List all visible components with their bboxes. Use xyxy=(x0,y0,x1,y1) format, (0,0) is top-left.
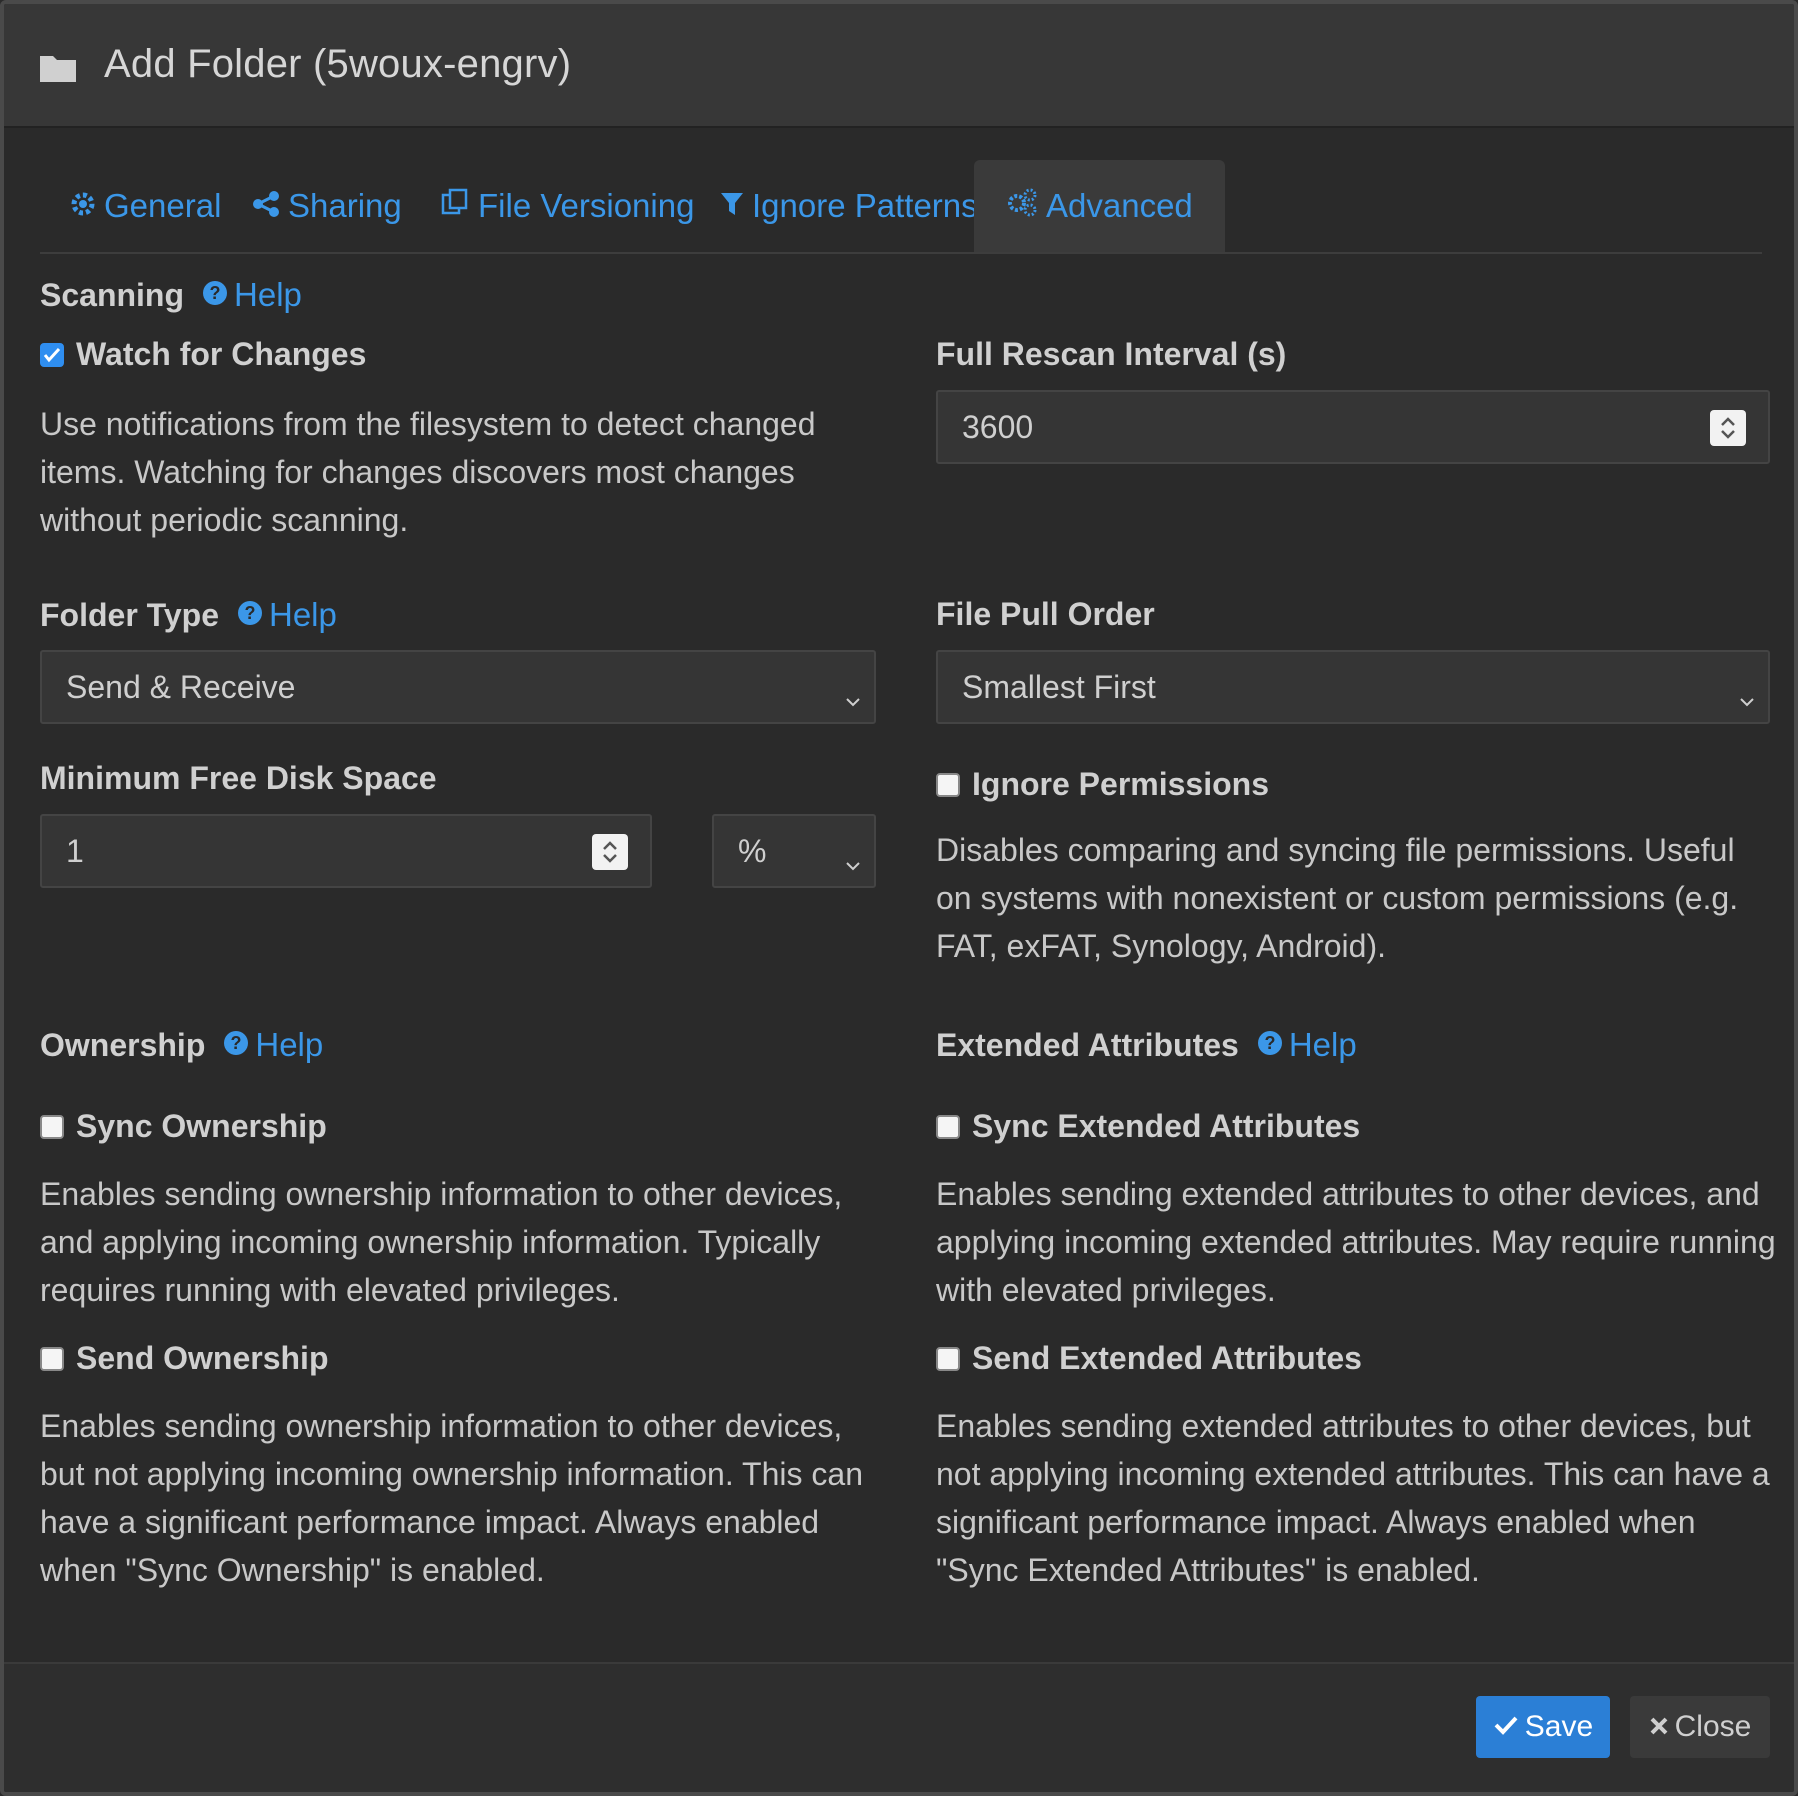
pull-order-value: Smallest First xyxy=(962,668,1156,705)
scanning-help-label: Help xyxy=(234,276,302,313)
send-ownership-row: Send Ownership xyxy=(40,1340,328,1377)
tab-bar: General Sharing File Versioning Ignore P… xyxy=(40,160,1762,254)
min-disk-space-label: Minimum Free Disk Space xyxy=(40,760,437,796)
watch-changes-row: Watch for Changes xyxy=(40,336,366,373)
send-ownership-checkbox[interactable] xyxy=(40,1346,64,1371)
folder-type-heading-row: Folder Type ? Help xyxy=(40,596,337,634)
xattrs-help-link[interactable]: ? Help xyxy=(1257,1026,1357,1064)
tab-sharing-label: Sharing xyxy=(288,187,402,224)
sync-xattrs-description: Enables sending extended attributes to o… xyxy=(936,1176,1776,1308)
ownership-heading-row: Ownership ? Help xyxy=(40,1026,323,1064)
disk-unit-value: % xyxy=(738,832,767,869)
watch-changes-label: Watch for Changes xyxy=(76,336,367,372)
folder-type-select[interactable]: Send & Receive xyxy=(40,650,876,724)
scanning-heading: Scanning xyxy=(40,276,185,313)
close-button-label: Close xyxy=(1674,1710,1752,1743)
close-button[interactable]: Close xyxy=(1630,1696,1770,1758)
ownership-help-label: Help xyxy=(255,1026,324,1063)
folder-type-help-link[interactable]: ? Help xyxy=(237,596,337,634)
svg-text:?: ? xyxy=(1264,1033,1275,1053)
save-button-label: Save xyxy=(1524,1710,1594,1743)
number-stepper[interactable] xyxy=(592,834,628,870)
chevron-down-icon xyxy=(1738,680,1756,717)
send-ownership-label: Send Ownership xyxy=(76,1340,329,1376)
question-circle-icon: ? xyxy=(202,276,234,314)
question-circle-icon: ? xyxy=(1257,1026,1289,1064)
min-disk-space-value: 1 xyxy=(66,832,84,869)
tab-general[interactable]: General xyxy=(70,160,221,252)
ignore-permissions-row: Ignore Permissions xyxy=(936,766,1269,803)
chevron-down-icon xyxy=(844,844,862,881)
tab-file-versioning[interactable]: File Versioning xyxy=(440,160,694,252)
sync-xattrs-checkbox[interactable] xyxy=(936,1114,960,1139)
save-button[interactable]: Save xyxy=(1476,1696,1610,1758)
xattrs-heading: Extended Attributes xyxy=(936,1026,1239,1063)
watch-changes-description: Use notifications from the filesystem to… xyxy=(40,406,816,538)
filter-icon xyxy=(720,187,752,225)
rescan-interval-value: 3600 xyxy=(962,408,1034,445)
ignore-permissions-checkbox[interactable] xyxy=(936,772,960,797)
sync-ownership-label: Sync Ownership xyxy=(76,1108,327,1144)
sync-xattrs-label: Sync Extended Attributes xyxy=(972,1108,1361,1144)
tab-ignore-patterns-label: Ignore Patterns xyxy=(752,187,978,224)
send-xattrs-description: Enables sending extended attributes to o… xyxy=(936,1408,1770,1588)
add-folder-dialog: Add Folder (5woux-engrv) General Sharing… xyxy=(0,0,1798,1796)
svg-text:?: ? xyxy=(244,603,255,623)
dialog-header: Add Folder (5woux-engrv) xyxy=(4,4,1794,128)
svg-text:?: ? xyxy=(231,1033,242,1053)
gears-icon xyxy=(1006,187,1046,225)
folder-icon xyxy=(38,52,78,89)
tab-general-label: General xyxy=(104,187,222,224)
ownership-help-link[interactable]: ? Help xyxy=(223,1026,323,1064)
tab-file-versioning-label: File Versioning xyxy=(478,187,695,224)
folder-type-heading: Folder Type xyxy=(40,596,219,633)
ignore-permissions-label: Ignore Permissions xyxy=(972,766,1269,802)
send-xattrs-checkbox[interactable] xyxy=(936,1346,960,1371)
disk-unit-select[interactable]: % xyxy=(712,814,876,888)
dialog-title: Add Folder (5woux-engrv) xyxy=(104,42,572,86)
sync-ownership-row: Sync Ownership xyxy=(40,1108,327,1145)
folder-type-value: Send & Receive xyxy=(66,668,296,705)
share-icon xyxy=(252,187,288,225)
tab-ignore-patterns[interactable]: Ignore Patterns xyxy=(720,160,978,252)
send-xattrs-row: Send Extended Attributes xyxy=(936,1340,1362,1377)
pull-order-label: File Pull Order xyxy=(936,596,1155,632)
folder-type-help-label: Help xyxy=(268,596,337,633)
sync-ownership-description: Enables sending ownership information to… xyxy=(40,1176,843,1308)
pull-order-select[interactable]: Smallest First xyxy=(936,650,1770,724)
send-xattrs-label: Send Extended Attributes xyxy=(972,1340,1362,1376)
dialog-footer: Save Close xyxy=(4,1662,1794,1792)
ignore-permissions-description: Disables comparing and syncing file perm… xyxy=(936,832,1739,964)
tab-advanced-label: Advanced xyxy=(1046,187,1193,224)
xattrs-heading-row: Extended Attributes ? Help xyxy=(936,1026,1357,1064)
sync-ownership-checkbox[interactable] xyxy=(40,1114,64,1139)
check-icon xyxy=(1493,1710,1525,1744)
xattrs-help-label: Help xyxy=(1288,1026,1357,1063)
send-ownership-description: Enables sending ownership information to… xyxy=(40,1408,863,1588)
rescan-interval-label: Full Rescan Interval (s) xyxy=(936,336,1287,372)
tab-sharing[interactable]: Sharing xyxy=(252,160,402,252)
scanning-heading-row: Scanning ? Help xyxy=(40,276,302,314)
tab-advanced[interactable]: Advanced xyxy=(974,160,1225,252)
scanning-help-link[interactable]: ? Help xyxy=(202,276,302,314)
chevron-down-icon xyxy=(844,680,862,717)
question-circle-icon: ? xyxy=(223,1026,255,1064)
copy-icon xyxy=(440,187,478,225)
sync-xattrs-row: Sync Extended Attributes xyxy=(936,1108,1360,1145)
number-stepper[interactable] xyxy=(1710,410,1746,446)
svg-text:?: ? xyxy=(210,283,221,303)
min-disk-space-input[interactable]: 1 xyxy=(40,814,652,888)
question-circle-icon: ? xyxy=(237,596,269,634)
rescan-interval-input[interactable]: 3600 xyxy=(936,390,1770,464)
close-icon xyxy=(1649,1710,1675,1744)
watch-changes-checkbox[interactable] xyxy=(40,342,64,367)
gear-icon xyxy=(70,187,104,225)
ownership-heading: Ownership xyxy=(40,1026,206,1063)
